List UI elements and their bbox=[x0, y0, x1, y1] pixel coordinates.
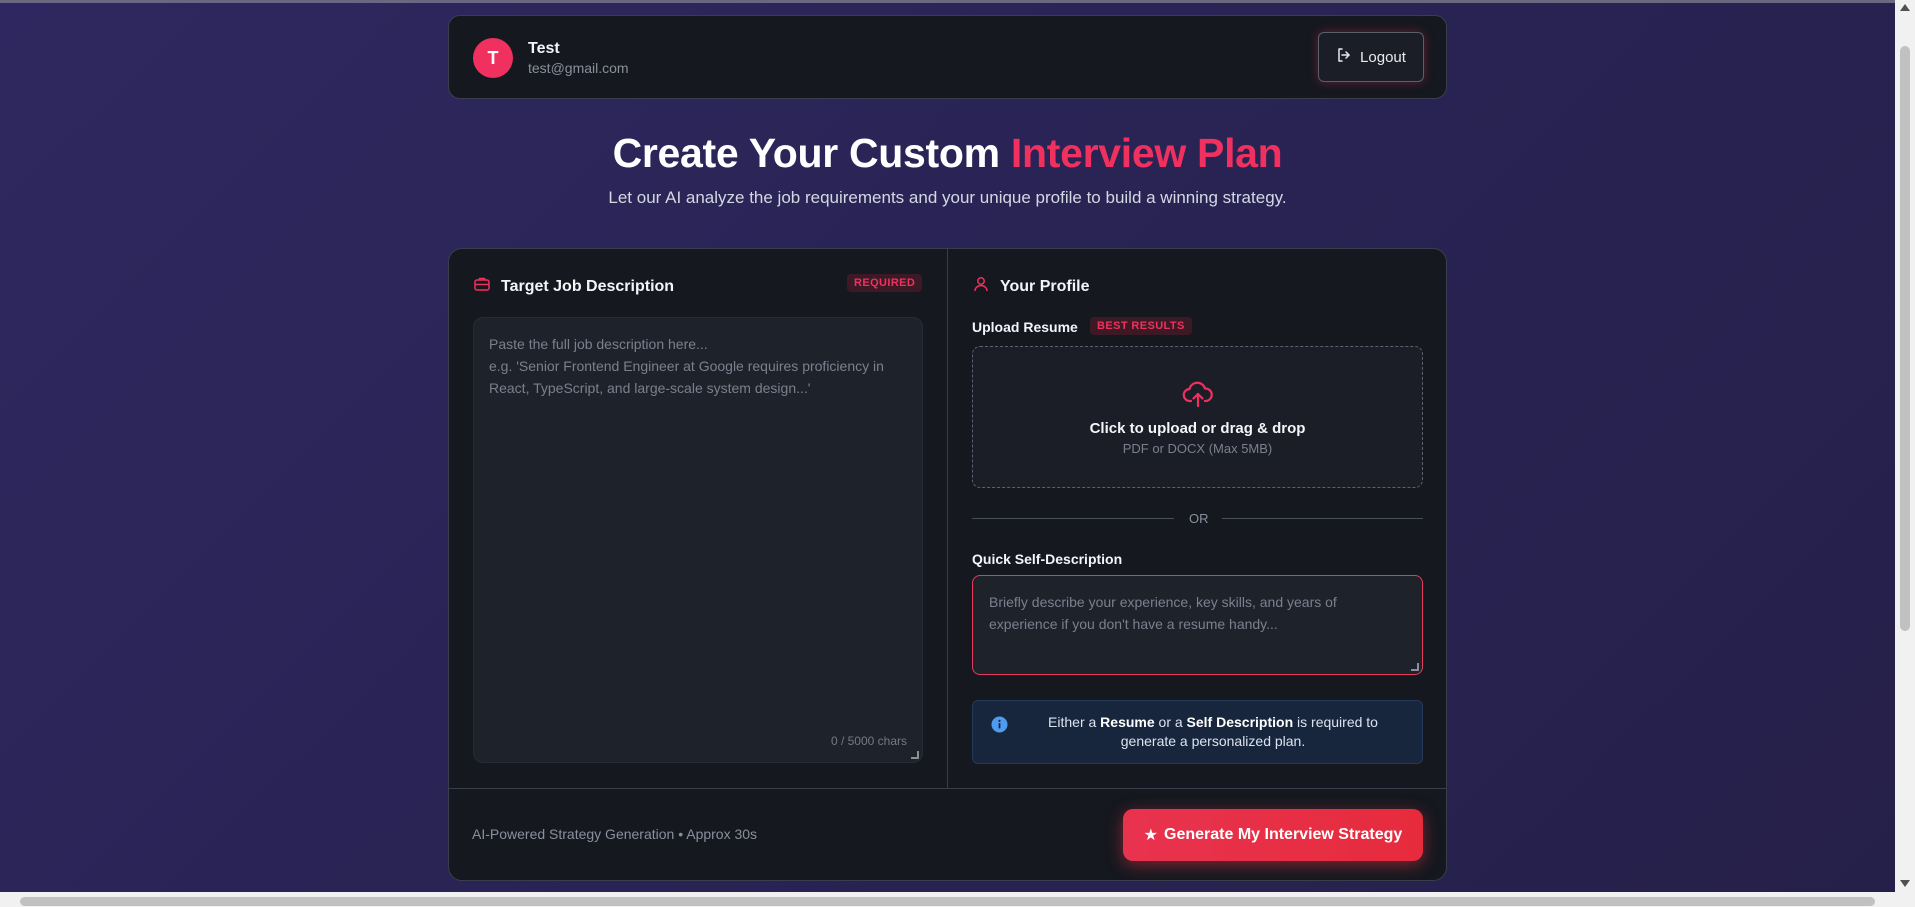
column-divider bbox=[947, 249, 948, 788]
or-divider-right bbox=[1222, 518, 1423, 519]
generate-button-label: Generate My Interview Strategy bbox=[1164, 826, 1403, 843]
title-accent: Interview Plan bbox=[1010, 130, 1283, 176]
user-name: Test bbox=[528, 40, 560, 57]
user-header: T Test test@gmail.com Logout bbox=[448, 15, 1447, 99]
self-description-placeholder: Briefly describe your experience, key sk… bbox=[989, 594, 1337, 632]
cloud-upload-icon bbox=[1182, 381, 1214, 414]
job-description-title: Target Job Description bbox=[501, 277, 675, 295]
footer-divider bbox=[449, 788, 1446, 789]
page-subtitle: Let our AI analyze the job requirements … bbox=[608, 188, 1287, 207]
plan-form-card: Target Job Description REQUIRED Paste th… bbox=[448, 248, 1447, 881]
job-description-placeholder: Paste the full job description here... e… bbox=[489, 336, 884, 396]
logout-label: Logout bbox=[1360, 48, 1406, 66]
scroll-up-arrow-icon[interactable] bbox=[1900, 4, 1910, 11]
generate-strategy-button[interactable]: ★ Generate My Interview Strategy bbox=[1123, 809, 1423, 861]
self-description-textarea[interactable]: Briefly describe your experience, key sk… bbox=[972, 575, 1423, 675]
avatar: T bbox=[473, 38, 513, 78]
page-title: Create Your Custom Interview Plan bbox=[0, 130, 1895, 177]
resume-upload-dropzone[interactable]: Click to upload or drag & drop PDF or DO… bbox=[972, 346, 1423, 488]
info-icon bbox=[991, 716, 1008, 738]
title-prefix: Create Your Custom bbox=[612, 130, 1011, 176]
user-icon bbox=[972, 275, 990, 298]
info-text: Either a Resume or a Self Description is… bbox=[1048, 714, 1378, 749]
briefcase-icon bbox=[473, 275, 491, 298]
or-divider-text: OR bbox=[1189, 511, 1209, 526]
footer-note: AI-Powered Strategy Generation • Approx … bbox=[472, 826, 758, 842]
user-email: test@gmail.com bbox=[528, 60, 629, 76]
job-description-heading: Target Job Description bbox=[473, 275, 674, 298]
resize-handle[interactable] bbox=[1411, 663, 1419, 671]
vertical-scroll-thumb[interactable] bbox=[1900, 46, 1910, 631]
resize-handle[interactable] bbox=[911, 751, 919, 759]
star-icon: ★ bbox=[1143, 827, 1159, 844]
profile-title: Your Profile bbox=[1000, 277, 1090, 295]
window-top-border bbox=[0, 0, 1915, 3]
upload-title: Click to upload or drag & drop bbox=[1089, 420, 1306, 437]
char-count: 0 / 5000 chars bbox=[830, 734, 907, 748]
profile-heading: Your Profile bbox=[972, 275, 1090, 298]
upload-resume-label: Upload Resume bbox=[972, 319, 1078, 335]
logout-icon bbox=[1336, 47, 1352, 67]
scroll-down-arrow-icon[interactable] bbox=[1900, 880, 1910, 887]
best-results-badge: BEST RESULTS bbox=[1090, 317, 1192, 335]
info-notice: Either a Resume or a Self Description is… bbox=[972, 700, 1423, 764]
job-description-textarea[interactable]: Paste the full job description here... e… bbox=[473, 317, 923, 763]
self-description-label: Quick Self-Description bbox=[972, 551, 1123, 567]
horizontal-scroll-thumb[interactable] bbox=[20, 897, 1875, 906]
upload-hint: PDF or DOCX (Max 5MB) bbox=[1122, 441, 1273, 456]
logout-button[interactable]: Logout bbox=[1318, 32, 1424, 82]
required-badge: REQUIRED bbox=[847, 274, 923, 292]
or-divider-left bbox=[972, 518, 1174, 519]
